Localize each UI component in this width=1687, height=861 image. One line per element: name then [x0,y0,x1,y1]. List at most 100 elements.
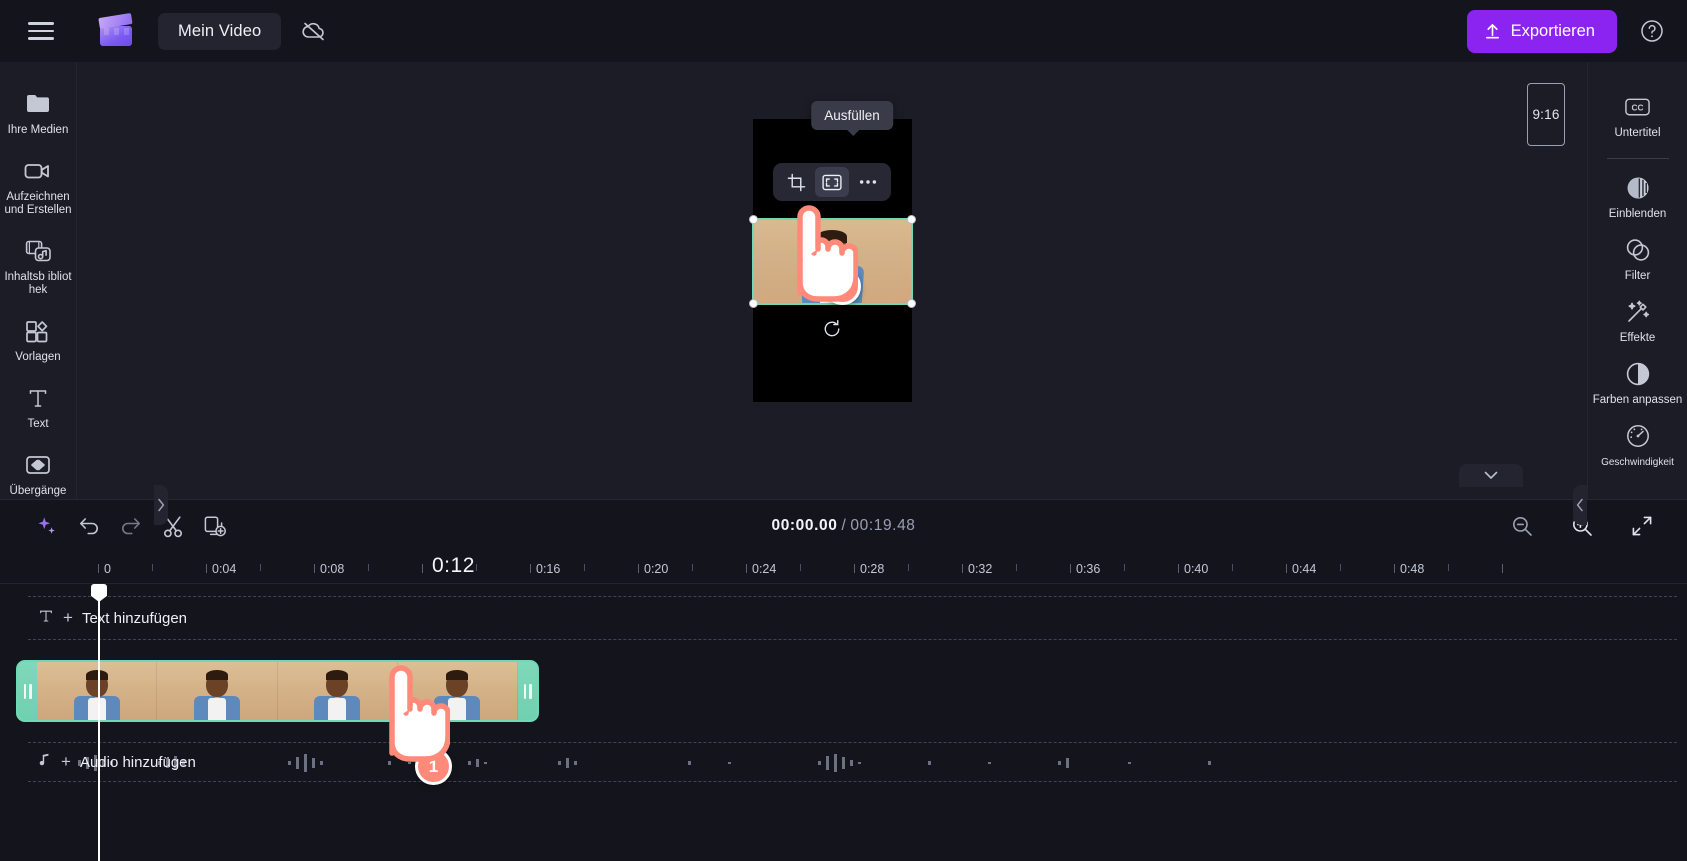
right-item-label: Geschwindigkeit [1601,457,1674,468]
time-separator: / [841,517,847,534]
ruler-label: 0:48 [1400,562,1425,576]
clip-frame [397,662,518,720]
right-item-geschwindigkeit[interactable]: Geschwindigkeit [1588,411,1687,473]
video-canvas[interactable] [752,119,912,402]
svg-text:CC: CC [1632,102,1644,112]
duplicate-icon [204,516,226,537]
closed-captions-icon: CC [1624,93,1651,120]
clip-trim-handle-left[interactable] [18,662,37,720]
chevron-down-icon [1484,471,1498,479]
right-item-label: Filter [1624,270,1651,282]
ruler-label-highlighted: 0:12 [432,554,475,577]
ruler-label: 0 [104,562,111,576]
clip-frame [157,662,278,720]
video-clip-track-item[interactable] [16,660,539,722]
zoom-out-icon [1512,516,1532,536]
crop-button[interactable] [779,167,813,197]
fit-to-screen-button[interactable] [1623,507,1661,545]
ruler-label: 0:24 [752,562,777,576]
sidebar-item-text[interactable]: Text [0,374,77,439]
speedometer-icon [1625,422,1651,449]
music-note-icon [36,752,52,773]
right-item-filter[interactable]: Filter [1588,225,1687,287]
audio-track[interactable]: + Audio hinzufügen [28,742,1677,782]
right-item-label: Effekte [1619,332,1656,344]
right-item-farben-anpassen[interactable]: Farben anpassen [1588,349,1687,411]
annotation-badge-1: 1 [415,748,452,785]
ruler-label: 0:44 [1292,562,1317,576]
collapse-left-panel-button[interactable] [154,485,168,525]
text-t-icon [38,608,54,629]
timeline-ruler[interactable]: 0 0:04 0:08 0:12 0:16 0:20 0:24 0:28 0:3 [0,552,1687,584]
ruler-label: 0:36 [1076,562,1101,576]
sidebar-item-label: Vorlagen [15,351,61,363]
cloud-off-icon[interactable] [293,11,335,51]
clip-trim-handle-right[interactable] [518,662,537,720]
magic-ai-button[interactable] [28,507,66,545]
sidebar-item-inhaltsbibliothek[interactable]: Inhaltsb ibliothek [0,227,77,305]
collapse-right-panel-button[interactable] [1573,485,1587,525]
hamburger-icon[interactable] [22,12,60,50]
undo-button[interactable] [70,507,108,545]
current-time: 00:00.00 [771,517,838,534]
ruler-label: 0:16 [536,562,561,576]
fill-expand-icon [822,174,842,190]
export-button-label: Exportieren [1510,21,1595,40]
undo-icon [80,518,98,535]
clip-thumbnails [37,662,518,720]
add-text-plus-icon: + [63,608,73,627]
music-note-glyph [39,753,49,765]
project-title-input[interactable]: Mein Video [158,12,282,50]
add-audio-plus-icon: + [61,752,71,771]
fit-to-screen-icon [1632,516,1652,536]
sidebar-item-vorlagen[interactable]: Vorlagen [0,307,77,372]
video-camera-icon [24,157,52,184]
aspect-ratio-badge[interactable]: 9:16 [1527,83,1565,146]
timeline-toolbar: 00:00.00/00:19.48 [0,500,1687,552]
more-options-button[interactable] [851,167,885,197]
fade-icon [1625,174,1651,201]
timeline-tracks: + Text hinzufügen + Audio hinzufügen [0,584,1687,861]
fade-glyph [1627,177,1648,198]
ruler-label: 0:40 [1184,562,1209,576]
left-sidebar: Ihre Medien Aufzeichnen und Erstellen In… [0,62,77,564]
help-circle-icon[interactable] [1635,14,1669,48]
right-sidebar: CC Untertitel Einblenden Filter Effekte … [1587,62,1687,499]
clipchamp-editor: Mein Video Exportieren Ihre Medien Aufze… [0,0,1687,861]
transitions-icon [25,451,51,478]
redo-button[interactable] [112,507,150,545]
sidebar-item-uebergaenge[interactable]: Übergänge [0,441,77,506]
sidebar-item-aufzeichnen-und-erstellen[interactable]: Aufzeichnen und Erstellen [0,147,77,225]
redo-icon [122,518,140,535]
fill-button[interactable] [815,167,849,197]
right-item-untertitel[interactable]: CC Untertitel [1588,82,1687,144]
ruler-label: 0:08 [320,562,345,576]
timeline-collapse-button[interactable] [1459,464,1523,487]
crop-icon [787,173,805,191]
right-item-label: Untertitel [1614,127,1661,139]
sidebar-item-ihre-medien[interactable]: Ihre Medien [0,80,77,145]
sparkle-icon [38,517,55,534]
preview-stage: Ausfüllen [748,101,916,402]
folder-icon [25,90,51,117]
playhead[interactable] [91,584,107,861]
contrast-icon [1625,360,1651,387]
chevron-right-icon [158,498,165,512]
sidebar-item-label: Aufzeichnen und Erstellen [4,191,72,216]
rotate-icon[interactable] [821,318,843,340]
filter-icon [1625,236,1651,263]
text-track[interactable]: + Text hinzufügen [28,596,1677,640]
top-bar: Mein Video Exportieren [0,0,1687,62]
annotation-badge-2: 2 [824,268,861,305]
total-time: 00:19.48 [850,517,916,534]
duplicate-button[interactable] [196,507,234,545]
right-item-effekte[interactable]: Effekte [1588,287,1687,349]
clip-frame [277,662,398,720]
export-button[interactable]: Exportieren [1466,9,1617,53]
tooltip-ausfuellen: Ausfüllen [811,101,893,136]
right-item-einblenden[interactable]: Einblenden [1588,163,1687,225]
time-display: 00:00.00/00:19.48 [771,517,915,535]
templates-icon [25,317,51,344]
zoom-out-button[interactable] [1503,507,1541,545]
text-icon [26,384,50,411]
